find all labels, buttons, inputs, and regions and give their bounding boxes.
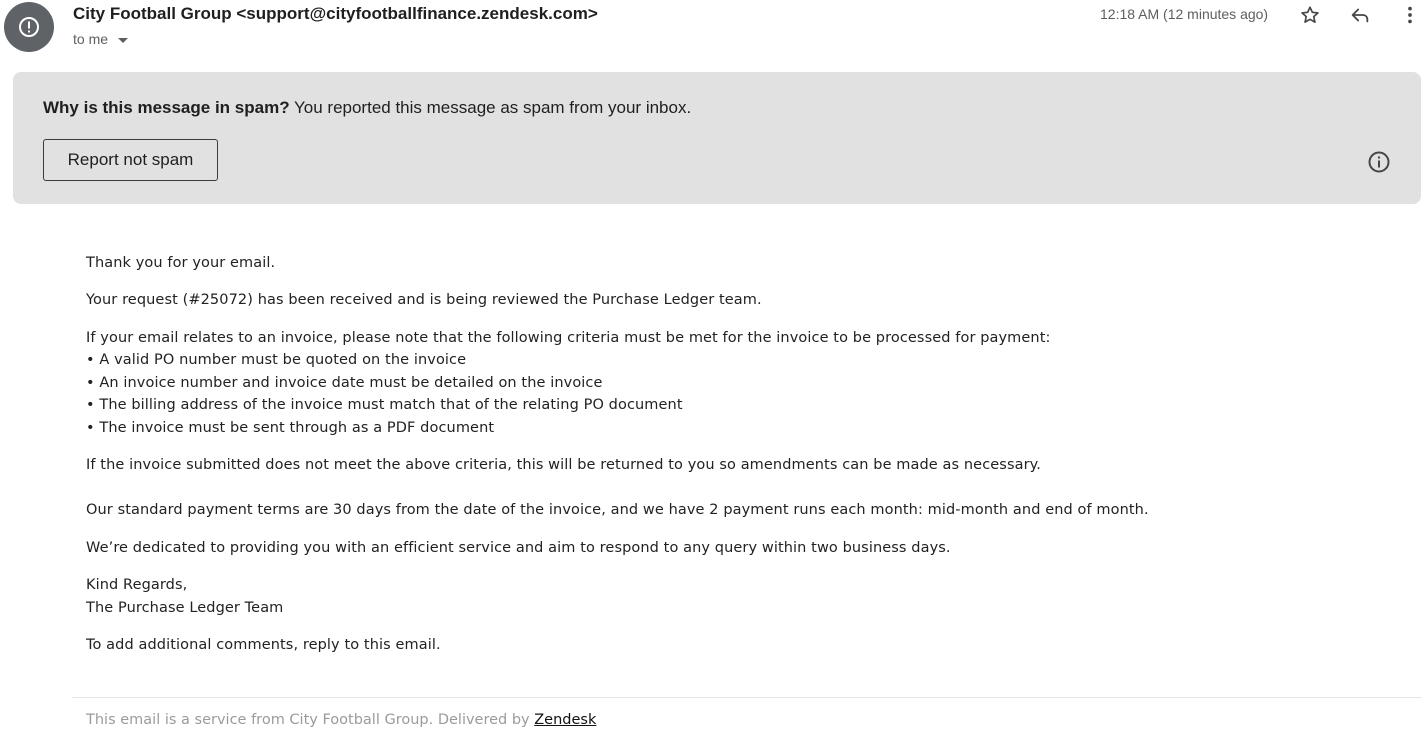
spam-question: Why is this message in spam? [43, 98, 290, 117]
email-view: City Football Group <support@cityfootbal… [0, 0, 1427, 742]
star-icon[interactable] [1298, 3, 1322, 27]
recipient-details-toggle[interactable]: to me [73, 31, 129, 47]
reply-note-text: To add additional comments, reply to thi… [86, 637, 441, 653]
footer-prefix: This email is a service from City Footba… [86, 712, 535, 728]
spam-banner: Why is this message in spam? You reporte… [13, 72, 1421, 204]
info-icon[interactable] [1367, 150, 1391, 174]
spam-explanation: Why is this message in spam? You reporte… [43, 98, 691, 118]
chevron-down-icon[interactable] [118, 37, 129, 43]
signature-text: The Purchase Ledger Team [86, 600, 284, 616]
greeting-text: Thank you for your email. [86, 255, 276, 271]
message-timestamp: 12:18 AM (12 minutes ago) [1100, 6, 1269, 22]
signoff-text: Kind Regards, [86, 577, 188, 593]
service-note-text: We’re dedicated to providing you with an… [86, 540, 951, 556]
footer-text: This email is a service from City Footba… [86, 712, 596, 728]
report-not-spam-button[interactable]: Report not spam [43, 139, 218, 181]
criteria-item: • An invoice number and invoice date mus… [86, 375, 603, 391]
reply-icon[interactable] [1348, 3, 1372, 27]
returned-note-text: If the invoice submitted does not meet t… [86, 457, 1041, 473]
recipient-label: to me [73, 31, 109, 47]
payment-terms-text: Our standard payment terms are 30 days f… [86, 502, 1149, 518]
criteria-item: • The invoice must be sent through as a … [86, 420, 495, 436]
criteria-item: • A valid PO number must be quoted on th… [86, 352, 467, 368]
request-text: Your request (#25072) has been received … [86, 292, 762, 308]
spam-reason: You reported this message as spam from y… [294, 98, 692, 117]
zendesk-link[interactable]: Zendesk [534, 712, 596, 728]
more-options-icon[interactable] [1398, 3, 1422, 27]
spam-warning-icon [4, 2, 54, 52]
criteria-item: • The billing address of the invoice mus… [86, 397, 683, 413]
criteria-intro-text: If your email relates to an invoice, ple… [86, 330, 1051, 346]
footer-divider [72, 697, 1422, 698]
sender-name[interactable]: City Football Group <support@cityfootbal… [73, 4, 598, 24]
